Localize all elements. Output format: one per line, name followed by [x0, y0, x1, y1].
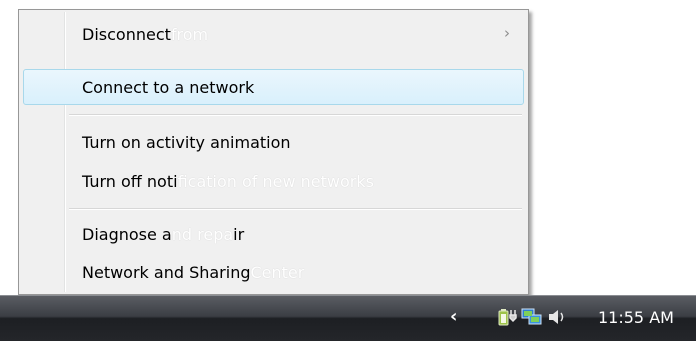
menu-item-connect-to-network[interactable]: Connect to a network: [23, 69, 524, 105]
network-icon[interactable]: [521, 307, 543, 327]
menu-item-label-faded: nd repa: [171, 224, 234, 244]
menu-separator: [69, 114, 522, 115]
submenu-arrow-icon: ›: [504, 24, 510, 42]
menu-item-label: Connect to a network: [82, 77, 255, 97]
menu-item-label: Turn on activity animation: [82, 132, 291, 152]
menu-item-label: Turn off noti: [82, 171, 178, 191]
taskbar: ‹ 11:55 AM: [0, 295, 696, 341]
volume-icon[interactable]: [546, 307, 568, 327]
menu-item-network-and-sharing-center[interactable]: Network and Sharing Center: [23, 254, 524, 290]
network-context-menu: Disconnect from › Connect to a network T…: [18, 9, 529, 295]
menu-item-label: Diagnose a: [82, 224, 172, 244]
menu-item-label-faded: from: [170, 24, 209, 44]
menu-item-label: Network and Sharing: [82, 262, 251, 282]
menu-item-label: Disconnect: [82, 24, 171, 44]
menu-item-label-faded: fication of new networks: [177, 171, 374, 191]
menu-item-label-faded: Center: [250, 262, 305, 282]
battery-plug-icon[interactable]: [497, 307, 519, 327]
menu-item-label-tail: ir: [233, 224, 245, 244]
show-hidden-icons-chevron-icon[interactable]: ‹: [450, 306, 457, 327]
menu-separator: [69, 208, 522, 209]
taskbar-clock[interactable]: 11:55 AM: [598, 308, 674, 327]
menu-item-diagnose-and-repair[interactable]: Diagnose a nd repa ir: [23, 216, 524, 252]
menu-item-turn-off-notification[interactable]: Turn off noti fication of new networks: [23, 163, 524, 199]
menu-item-turn-on-activity-animation[interactable]: Turn on activity animation: [23, 124, 524, 160]
menu-item-disconnect-from[interactable]: Disconnect from ›: [23, 16, 524, 52]
